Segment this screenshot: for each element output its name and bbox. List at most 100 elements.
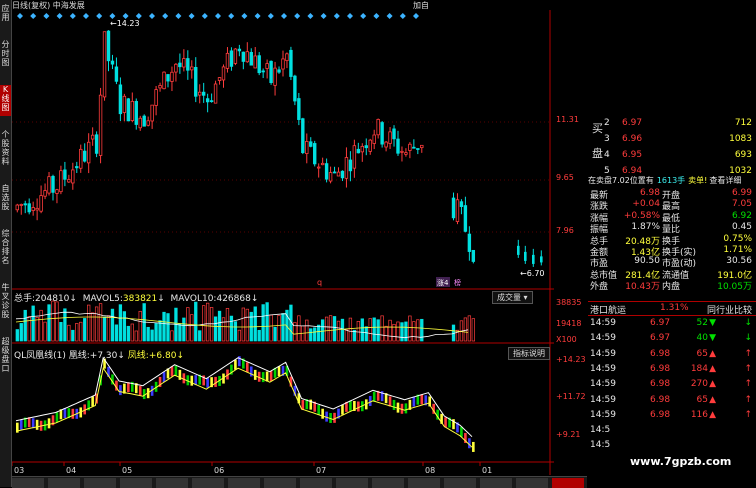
sidebar-tab[interactable]: 超级盘口 — [0, 337, 11, 377]
event-diamond-icon[interactable] — [294, 13, 301, 19]
indicator-header: QL凤凰线(1) 凰线:+7.30↓ 凤线:+6.80↓ — [14, 348, 184, 361]
volume-bar — [368, 318, 372, 342]
volume-bar — [233, 321, 238, 342]
event-diamond-icon[interactable] — [30, 13, 37, 19]
volume-indicator-dropdown[interactable]: 成交量 ▾ — [492, 291, 533, 304]
candle-body — [364, 145, 368, 149]
indicator-bar — [277, 366, 281, 377]
tick-volume: 65 — [696, 394, 708, 405]
volume-bar — [320, 319, 325, 342]
indicator-bar — [349, 400, 352, 411]
event-diamond-icon[interactable] — [96, 13, 103, 19]
sidebar-tab[interactable]: 综合排名 — [0, 229, 11, 269]
sidebar-tab[interactable]: 分时图 — [0, 40, 11, 71]
event-diamond-icon[interactable] — [201, 13, 208, 19]
tick-price: 6.97 — [650, 333, 671, 344]
volume-bar — [198, 330, 202, 342]
event-marker[interactable]: 涨4 — [437, 278, 449, 287]
volume-bar — [71, 329, 75, 342]
event-diamond-icon[interactable] — [320, 13, 327, 19]
quote-value: 7.05 — [731, 199, 752, 210]
volume-bar — [170, 330, 174, 342]
event-diamond-icon[interactable] — [360, 13, 367, 19]
sidebar-tab[interactable]: 牛叉诊股 — [0, 283, 11, 323]
candle-body — [126, 98, 131, 122]
candle-body — [396, 138, 400, 154]
volume-bar — [269, 314, 273, 342]
quote-value: 90.50 — [634, 256, 660, 267]
candle-body — [15, 204, 19, 211]
order-book-row: 3 6.96 1083 — [588, 134, 756, 148]
arrow-down-icon: ▼ — [709, 318, 716, 328]
candle-body — [47, 176, 51, 194]
volume-bar — [225, 308, 230, 342]
tick-price: 6.98 — [650, 363, 671, 374]
sidebar-tab[interactable]: K线图 — [0, 85, 11, 116]
event-diamond-icon[interactable] — [43, 13, 50, 19]
sector-row[interactable]: 港口航运 1.31% 同行业比较 — [588, 301, 756, 316]
candle-body — [261, 70, 265, 73]
event-diamond-icon[interactable] — [386, 13, 393, 19]
volume-bar — [332, 316, 337, 342]
event-diamond-icon[interactable] — [188, 13, 195, 19]
high-price-label: ←14.23 — [110, 19, 140, 28]
candle-body — [71, 169, 75, 184]
candle-body — [328, 172, 333, 182]
event-diamond-icon[interactable] — [17, 13, 23, 19]
candle-body — [27, 203, 31, 213]
sidebar-tab[interactable]: 个股资料 — [0, 130, 11, 170]
candle-body — [540, 256, 543, 263]
kline-chart[interactable]: ←14.23 ←6.70 q 涨4 榜 03 04 05 06 07 08 01 — [12, 10, 554, 475]
candle-body — [182, 58, 186, 68]
event-diamond-icon[interactable] — [413, 13, 419, 19]
event-diamond-icon[interactable] — [175, 13, 182, 19]
volume-bar — [400, 322, 404, 342]
indicator-bar — [91, 396, 94, 407]
candle-body — [420, 144, 424, 149]
indicator-bar — [412, 396, 416, 407]
event-diamond-icon[interactable] — [83, 13, 89, 19]
event-diamond-icon[interactable] — [347, 13, 353, 19]
volume-bar — [114, 324, 119, 342]
x-axis-label: 03 — [14, 466, 24, 475]
candle-body — [110, 60, 115, 65]
event-marker[interactable]: q — [317, 278, 322, 287]
event-diamond-icon[interactable] — [228, 13, 235, 19]
indicator-help-button[interactable]: 指标说明 — [508, 347, 550, 360]
volume-bar — [209, 307, 214, 342]
event-diamond-icon[interactable] — [281, 13, 287, 19]
event-diamond-icon[interactable] — [149, 13, 155, 19]
event-marker[interactable]: 榜 — [454, 278, 461, 287]
indicator-bar — [460, 426, 463, 437]
volume-bar — [265, 302, 269, 342]
volume-bar — [126, 325, 130, 342]
event-diamond-icon[interactable] — [267, 13, 274, 19]
volume-bar — [416, 319, 420, 342]
event-diamond-icon[interactable] — [69, 13, 76, 19]
sidebar-tab[interactable]: 应用 — [0, 4, 11, 26]
event-diamond-icon[interactable] — [373, 13, 380, 19]
indicator-bar — [372, 391, 376, 402]
candle-body — [388, 131, 392, 144]
indicator-title: QL凤凰线(1) — [14, 351, 66, 361]
candle-body — [201, 91, 206, 96]
event-diamond-icon[interactable] — [307, 13, 314, 19]
tick-volume: 65 — [696, 348, 708, 359]
candle-body — [416, 148, 420, 150]
volume-bar — [51, 300, 55, 342]
volume-bar — [324, 316, 329, 342]
quote-row: 外盘 10.43万 内盘 10.05万 — [588, 279, 756, 292]
event-diamond-icon[interactable] — [241, 13, 248, 19]
event-diamond-icon[interactable] — [215, 13, 221, 19]
event-diamond-icon[interactable] — [333, 13, 340, 19]
big-order-detail-link: 查看详细 — [709, 176, 742, 185]
candle-body — [368, 139, 372, 152]
event-diamond-icon[interactable] — [56, 13, 63, 19]
event-diamond-icon[interactable] — [254, 13, 261, 19]
volume-bar — [420, 318, 424, 342]
candle-body — [273, 67, 277, 86]
sidebar-tab[interactable]: 自选股 — [0, 184, 11, 215]
event-diamond-icon[interactable] — [399, 13, 406, 19]
event-diamond-icon[interactable] — [162, 13, 169, 19]
x-axis-label: 05 — [122, 466, 132, 475]
